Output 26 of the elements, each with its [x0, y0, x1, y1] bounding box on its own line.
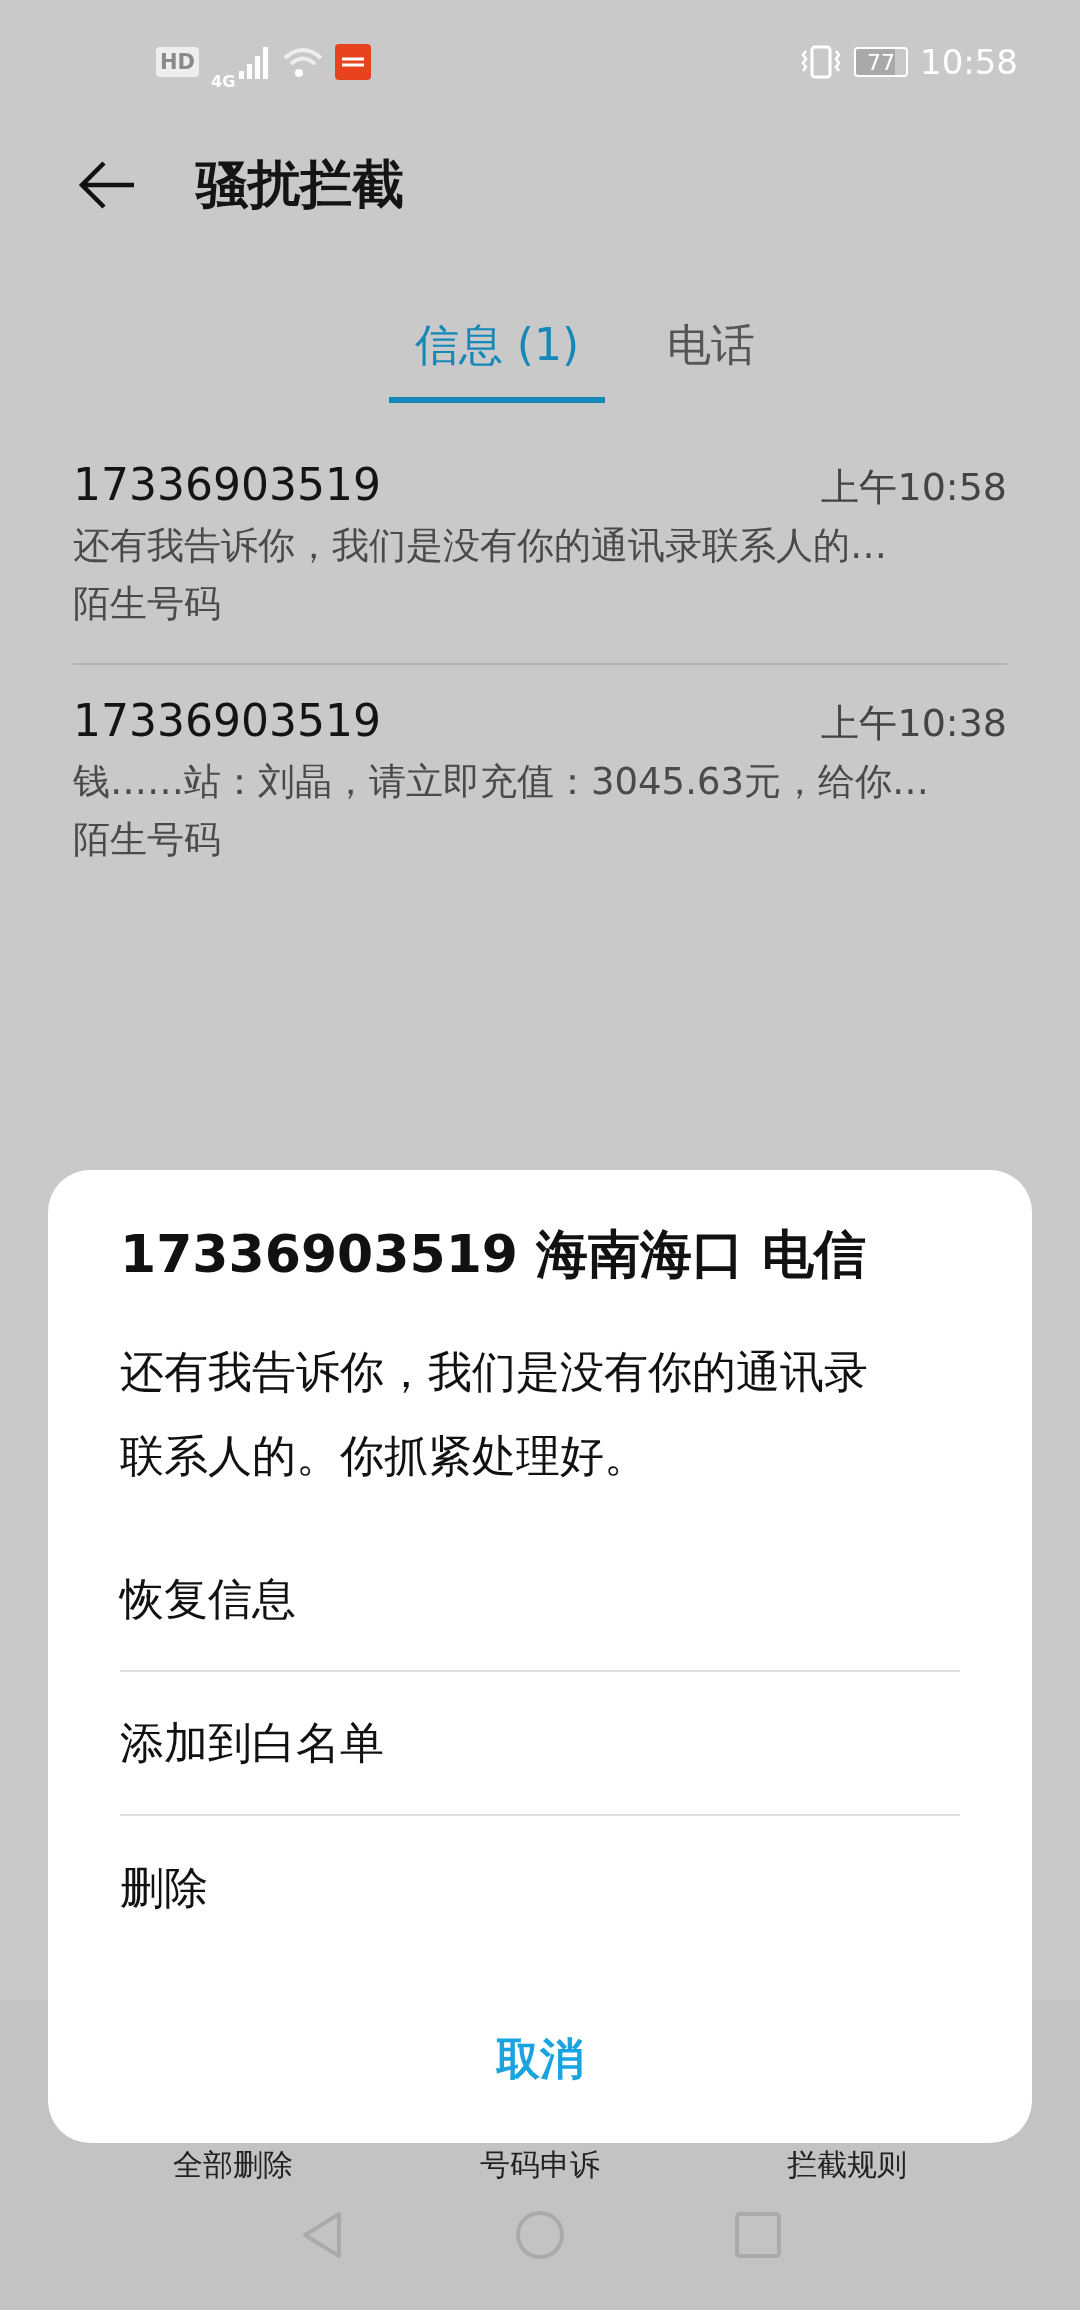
number-tag: 陌生号码 [73, 579, 1007, 629]
message-preview: 钱……站：刘晶，请立即充值：3045.63元，给你… [73, 759, 930, 805]
dialog-title: 17336903519 海南海口 电信 [120, 1223, 868, 1286]
number-tag: 陌生号码 [73, 815, 1007, 865]
menu-option[interactable]: 删除 [120, 1816, 960, 1960]
vibrate-icon [800, 45, 842, 79]
back-icon[interactable] [78, 161, 136, 209]
toolbar-button[interactable]: 拦截规则 [786, 2150, 907, 2180]
tab[interactable]: 电话 [641, 306, 782, 403]
toolbar-button[interactable]: 号码申诉 [480, 2150, 600, 2180]
menu-option[interactable]: 添加到白名单 [120, 1672, 960, 1816]
dialog-message: 还有我告诉你，我们是没有你的通讯录联系人的。你抓紧处理好。 [120, 1345, 869, 1483]
phone-number: 17336903519 [73, 459, 381, 510]
phone-number: 17336903519 [73, 695, 381, 746]
menu-option[interactable]: 恢复信息 [120, 1528, 960, 1672]
app-icon [335, 44, 372, 80]
hd-badge: HD [156, 47, 199, 77]
recents-nav-icon[interactable] [735, 2212, 781, 2258]
home-nav-icon[interactable] [515, 2210, 565, 2260]
message-time: 上午10:38 [821, 700, 1007, 747]
battery-icon: 77 [854, 47, 908, 77]
message-time: 上午10:58 [821, 464, 1007, 511]
wifi-icon [283, 46, 324, 78]
page-title: 骚扰拦截 [196, 153, 404, 216]
message-preview: 还有我告诉你，我们是没有你的通讯录联系人的… [73, 523, 888, 569]
toolbar-button[interactable]: 全部删除 [173, 2150, 294, 2180]
